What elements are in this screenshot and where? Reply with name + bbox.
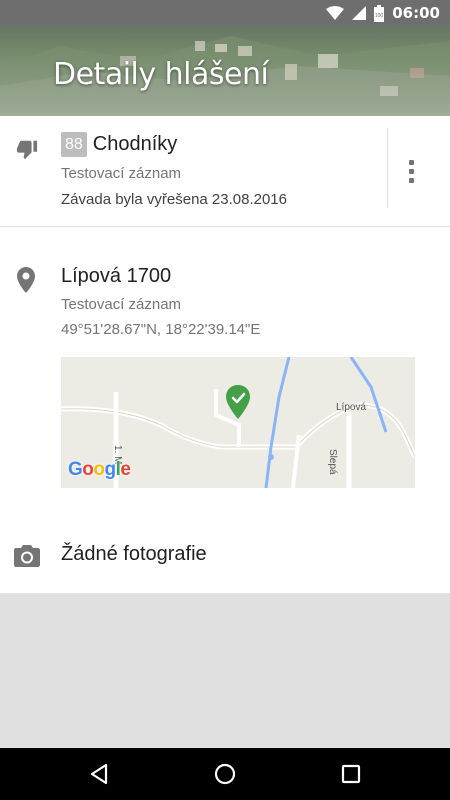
recents-icon[interactable] <box>338 761 364 787</box>
location-address: Lípová 1700 <box>61 265 172 287</box>
photos-label: Žádné fotografie <box>61 543 207 565</box>
location-pin-icon <box>17 267 35 293</box>
empty-area <box>0 593 450 748</box>
page-title: Detaily hlášení <box>53 57 269 92</box>
clock: 06:00 <box>392 4 440 22</box>
report-section: 88 Chodníky Testovací záznam Závada byla… <box>0 116 450 227</box>
signal-icon <box>352 6 367 20</box>
report-title-row: 88 Chodníky <box>61 132 177 157</box>
camera-icon <box>14 545 40 567</box>
header: Detaily hlášení <box>0 26 450 116</box>
map-label-slepa: Slepá <box>327 449 338 475</box>
map-label-lipova: Lípová <box>336 402 367 413</box>
category-code-badge: 88 <box>61 132 87 157</box>
report-description: Testovací záznam <box>61 165 182 182</box>
location-section: Lípová 1700 Testovací záznam 49°51'28.67… <box>0 227 450 517</box>
back-icon[interactable] <box>86 761 112 787</box>
status-bar: 100 06:00 <box>0 0 450 26</box>
thumbs-down-icon <box>16 140 38 160</box>
navigation-bar <box>0 748 450 800</box>
report-status: Závada byla vyřešena 23.08.2016 <box>61 191 287 208</box>
svg-text:100: 100 <box>375 13 384 19</box>
location-coordinates: 49°51'28.67"N, 18°22'39.14"E <box>61 321 261 338</box>
location-description: Testovací záznam <box>61 296 182 313</box>
report-category: Chodníky <box>92 133 178 155</box>
home-icon[interactable] <box>212 761 238 787</box>
photos-section: Žádné fotografie <box>0 517 450 593</box>
location-map[interactable]: Lípová Slepá 1. M Google <box>61 357 415 488</box>
more-vert-icon[interactable] <box>398 156 424 186</box>
google-logo: Google <box>68 459 131 480</box>
divider <box>387 128 388 208</box>
battery-icon: 100 <box>374 4 385 22</box>
wifi-icon <box>326 6 345 20</box>
